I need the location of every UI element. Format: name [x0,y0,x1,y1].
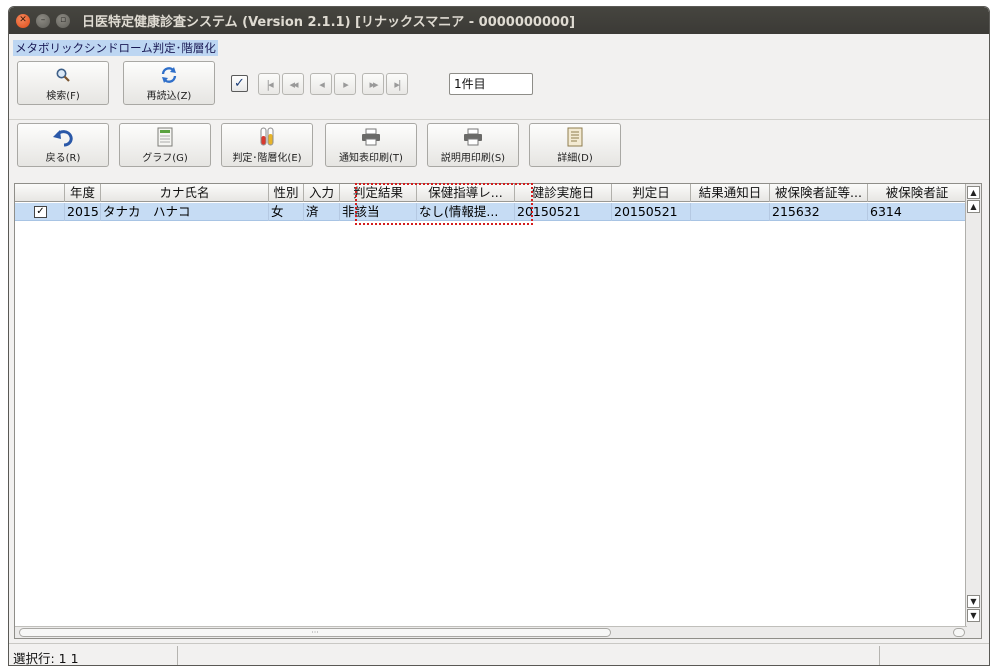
stratify-button[interactable]: 判定･階層化(E) [221,123,313,167]
column-header-judgment-date[interactable]: 判定日 [612,184,691,202]
close-window-button[interactable]: ✕ [16,13,30,28]
maximize-window-button[interactable]: ▫ [56,13,70,28]
column-header-year[interactable]: 年度 [65,184,101,202]
reload-button-label: 再読込(Z) [146,90,192,102]
module-label: メタボリックシンドローム判定･階層化 [13,40,218,56]
nav-prev-page-button[interactable]: ◂◂ [282,73,304,95]
check-icon: ✓ [34,206,47,218]
document-icon [567,127,583,147]
cell-insurance-card-2: 6314 [868,203,967,221]
reload-button[interactable]: 再読込(Z) [123,61,215,105]
table-row[interactable]: ✓ 2015 タナカ ハナコ 女 済 非該当 なし(情報提... 2015052… [15,203,967,221]
detail-button-label: 詳細(D) [557,152,593,164]
toolbar-divider [9,119,989,120]
magnifier-icon [55,65,71,85]
search-button-label: 検索(F) [46,90,80,102]
title-bar: ✕ – ▫ 日医特定健康診査システム (Version 2.1.1) [リナック… [9,7,989,34]
select-all-checkbox[interactable]: ✓ [231,75,248,92]
scroll-up-button[interactable]: ▲ [967,200,980,213]
column-header-check[interactable] [15,184,65,202]
cell-kana-name: タナカ ハナコ [101,203,269,221]
record-count-field[interactable]: 1件目 [449,73,533,95]
nav-next-button[interactable]: ▸ [334,73,356,95]
chart-sheet-icon [157,127,173,147]
results-table: 年度 カナ氏名 性別 入力 判定結果 保健指導レ... 健診実施日 判定日 結果… [14,183,982,639]
table-header: 年度 カナ氏名 性別 入力 判定結果 保健指導レ... 健診実施日 判定日 結果… [15,184,967,202]
column-header-notice-date[interactable]: 結果通知日 [691,184,770,202]
scroll-down-button[interactable]: ▼ [967,595,980,608]
back-button[interactable]: 戻る(R) [17,123,109,167]
nav-last-button[interactable]: ▸| [386,73,408,95]
cell-guidance-level: なし(情報提... [417,203,515,221]
back-button-label: 戻る(R) [45,152,81,164]
status-divider [177,646,178,665]
cell-sex: 女 [269,203,304,221]
selected-rows-status: 選択行: 1 1 [13,651,79,666]
cell-judgment: 非該当 [340,203,417,221]
column-header-kana-name[interactable]: カナ氏名 [101,184,269,202]
undo-arrow-icon [52,127,74,147]
minimize-window-button[interactable]: – [36,13,50,28]
refresh-icon [160,65,178,85]
minimize-icon: – [40,15,46,25]
vertical-scrollbar[interactable]: ▲ ▲ ▼ ▼ [965,184,981,638]
column-header-guidance-level[interactable]: 保健指導レ... [417,184,515,202]
stratify-button-label: 判定･階層化(E) [232,152,302,164]
status-divider [879,646,880,665]
search-button[interactable]: 検索(F) [17,61,109,105]
window-title: 日医特定健康診査システム (Version 2.1.1) [リナックスマニア -… [82,15,576,30]
printer-icon [463,127,483,147]
nav-next-page-button[interactable]: ▸▸ [362,73,384,95]
printer-icon [361,127,381,147]
cell-insurance-card-1: 215632 [770,203,868,221]
status-bar: 選択行: 1 1 [9,643,989,666]
cell-exam-date: 20150521 [515,203,612,221]
column-header-exam-date[interactable]: 健診実施日 [515,184,612,202]
horizontal-scrollbar[interactable]: ··· [15,626,967,638]
scroll-right-button[interactable] [953,628,965,637]
graph-button[interactable]: グラフ(G) [119,123,211,167]
column-header-judgment[interactable]: 判定結果 [340,184,417,202]
notice-print-button[interactable]: 通知表印刷(T) [325,123,417,167]
detail-button[interactable]: 詳細(D) [529,123,621,167]
cell-notice-date [691,203,770,221]
cell-judgment-date: 20150521 [612,203,691,221]
graph-button-label: グラフ(G) [142,152,188,164]
maximize-icon: ▫ [59,15,67,25]
column-header-input[interactable]: 入力 [304,184,340,202]
scroll-top-button[interactable]: ▲ [967,186,980,199]
nav-prev-button[interactable]: ◂ [310,73,332,95]
notice-print-button-label: 通知表印刷(T) [339,152,403,164]
horizontal-scroll-thumb[interactable]: ··· [19,628,611,637]
explain-print-button-label: 説明用印刷(S) [440,152,506,164]
row-checkbox[interactable]: ✓ [15,203,65,221]
scroll-bottom-button[interactable]: ▼ [967,609,980,622]
cell-input: 済 [304,203,340,221]
cell-year: 2015 [65,203,101,221]
app-window: ✕ – ▫ 日医特定健康診査システム (Version 2.1.1) [リナック… [8,6,990,666]
explain-print-button[interactable]: 説明用印刷(S) [427,123,519,167]
nav-first-button[interactable]: |◂ [258,73,280,95]
test-tube-icon [258,127,276,147]
column-header-insurance-card-2[interactable]: 被保険者証 [868,184,967,202]
close-icon: ✕ [19,15,27,25]
column-header-insurance-card-1[interactable]: 被保険者証等... [770,184,868,202]
column-header-sex[interactable]: 性別 [269,184,304,202]
